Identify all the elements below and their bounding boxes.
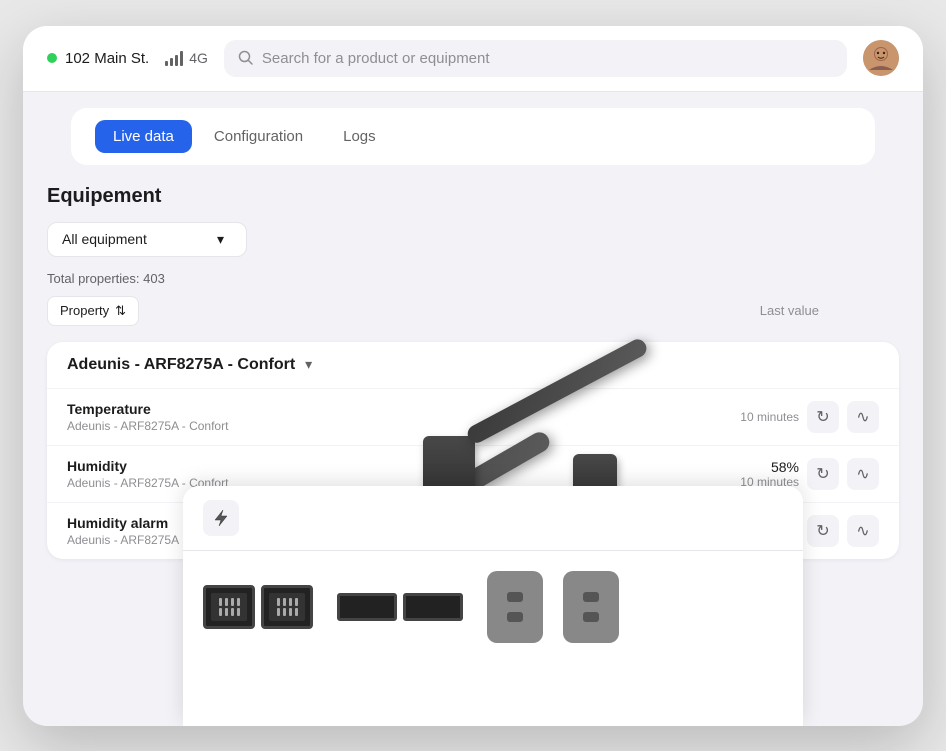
outlet-2 — [563, 571, 619, 643]
property-info-temperature: Temperature Adeunis - ARF8275A - Confort — [67, 401, 691, 433]
waveform-button-temperature[interactable]: ∿ — [847, 401, 879, 433]
outlets-group — [487, 571, 619, 643]
outlet-pin-2a — [583, 592, 599, 602]
property-name-humidity: Humidity — [67, 458, 691, 474]
avatar — [863, 40, 899, 76]
property-actions-humidity-alarm: ↻ ∿ — [807, 515, 879, 547]
outlet-1 — [487, 571, 543, 643]
outlet-pin-2b — [583, 612, 599, 622]
property-value-humidity: 58% — [771, 459, 799, 475]
tab-live-data[interactable]: Live data — [95, 120, 192, 153]
lightning-icon — [203, 500, 239, 536]
powerstrip-overlay — [183, 486, 803, 726]
location-text: 102 Main St. — [65, 50, 149, 67]
property-info-humidity: Humidity Adeunis - ARF8275A - Confort — [67, 458, 691, 490]
powerstrip-header — [183, 486, 803, 551]
property-filter-label: Property — [60, 303, 109, 318]
property-time-temperature: 10 minutes — [740, 410, 799, 424]
tabs-bar: Live data Configuration Logs — [71, 108, 875, 165]
signal-text: 4G — [189, 50, 208, 66]
property-actions-temperature: ↻ ∿ — [807, 401, 879, 433]
equipment-dropdown[interactable]: All equipment ▾ — [47, 222, 247, 257]
search-placeholder: Search for a product or equipment — [262, 50, 490, 67]
property-filter-row: Property ⇅ Last value — [47, 296, 899, 326]
outlet-pin-1b — [507, 612, 523, 622]
outlet-pin-1a — [507, 592, 523, 602]
property-row-temperature: Temperature Adeunis - ARF8275A - Confort… — [47, 388, 899, 445]
equipment-card-header: Adeunis - ARF8275A - Confort ▾ — [47, 342, 899, 388]
header: 102 Main St. 4G Search for a product or … — [23, 26, 923, 92]
equipment-chevron-icon[interactable]: ▾ — [305, 356, 312, 373]
ethernet-inner-2 — [269, 593, 305, 621]
equipment-select-row: All equipment ▾ — [47, 222, 899, 257]
usb-ports-group — [337, 593, 463, 621]
ethernet-port-1 — [203, 585, 255, 629]
property-device-temperature: Adeunis - ARF8275A - Confort — [67, 419, 691, 433]
value-col-humidity: 58% 10 minutes — [699, 459, 799, 489]
tab-logs[interactable]: Logs — [325, 120, 394, 153]
signal-badge: 4G — [165, 50, 208, 66]
usb-port-1 — [337, 593, 397, 621]
search-bar[interactable]: Search for a product or equipment — [224, 40, 847, 77]
ethernet-inner-1 — [211, 593, 247, 621]
value-col-temperature: 10 minutes — [699, 410, 799, 424]
app-container: 102 Main St. 4G Search for a product or … — [23, 26, 923, 726]
property-actions-humidity: ↻ ∿ — [807, 458, 879, 490]
last-value-label: Last value — [760, 303, 819, 318]
equipment-dropdown-value: All equipment — [62, 231, 147, 247]
usb-port-2 — [403, 593, 463, 621]
location-dot — [47, 53, 57, 63]
refresh-button-temperature[interactable]: ↻ — [807, 401, 839, 433]
ethernet-ports-group — [203, 585, 313, 629]
equipment-card-title: Adeunis - ARF8275A - Confort — [67, 356, 295, 374]
location-badge: 102 Main St. — [47, 50, 149, 67]
waveform-button-humidity-alarm[interactable]: ∿ — [847, 515, 879, 547]
powerstrip-body — [183, 551, 803, 663]
property-name-temperature: Temperature — [67, 401, 691, 417]
updown-arrows-icon: ⇅ — [115, 303, 126, 319]
refresh-button-humidity[interactable]: ↻ — [807, 458, 839, 490]
chevron-down-icon: ▾ — [217, 231, 224, 248]
refresh-button-humidity-alarm[interactable]: ↻ — [807, 515, 839, 547]
tab-configuration[interactable]: Configuration — [196, 120, 321, 153]
section-title: Equipement — [47, 185, 899, 208]
waveform-button-humidity[interactable]: ∿ — [847, 458, 879, 490]
signal-icon — [165, 50, 183, 66]
search-icon — [238, 50, 254, 66]
property-filter-select[interactable]: Property ⇅ — [47, 296, 139, 326]
ethernet-port-2 — [261, 585, 313, 629]
total-properties: Total properties: 403 — [47, 271, 899, 286]
